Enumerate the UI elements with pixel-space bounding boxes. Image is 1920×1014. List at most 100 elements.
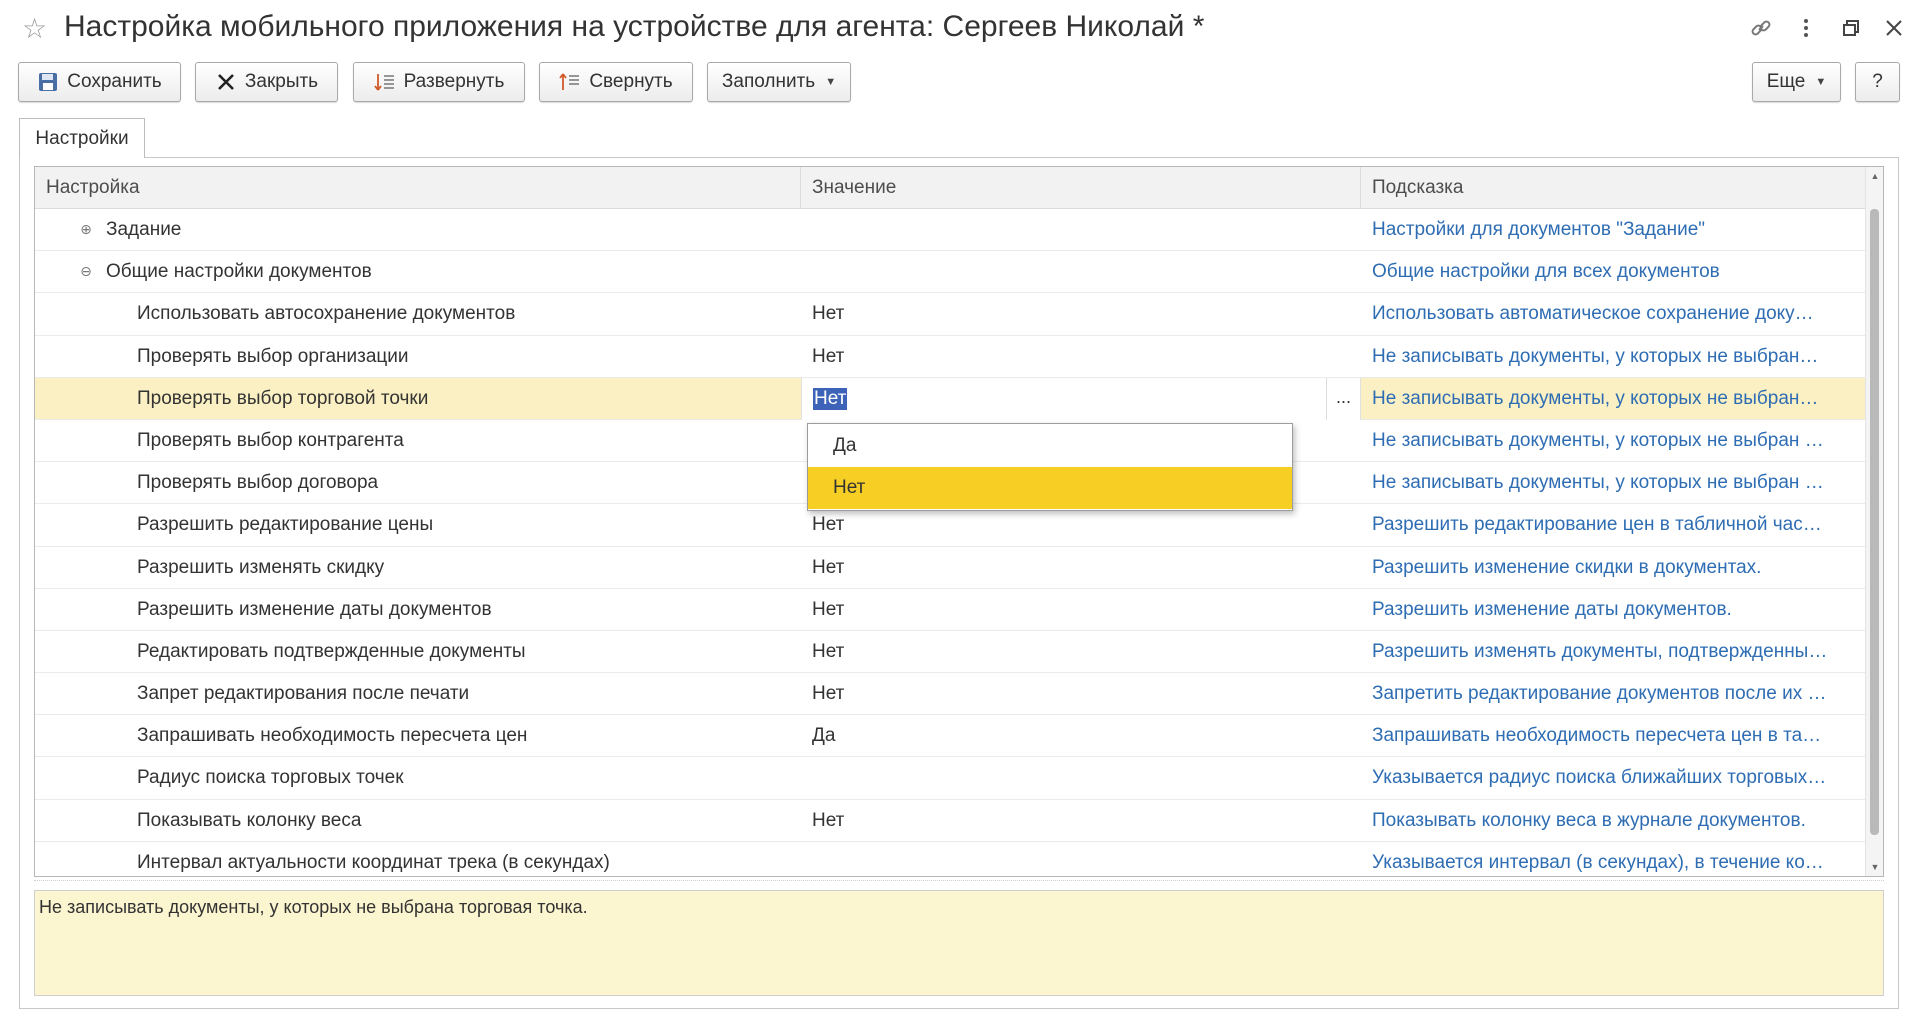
setting-name-cell: Интервал актуальности координат трека (в… (137, 851, 610, 873)
setting-name-cell: Проверять выбор договора (137, 472, 379, 494)
close-button-label: Закрыть (244, 71, 319, 92)
setting-name-cell: Проверять выбор контрагента (137, 429, 404, 451)
setting-value-cell[interactable]: Нет (801, 800, 1361, 842)
expand-button-label: Развернуть (403, 71, 505, 92)
restore-window-icon[interactable] (1838, 16, 1866, 44)
table-row[interactable]: Показывать колонку веса Нет Показывать кол… (35, 800, 1867, 842)
setting-hint-cell: Разрешить изменять документы, подтвержде… (1372, 640, 1828, 662)
setting-name-cell: Запрет редактирования после печати (137, 683, 470, 705)
setting-value-cell[interactable]: Нет (801, 293, 1361, 335)
table-row[interactable]: Разрешить изменение даты документов Нет Ра… (35, 589, 1867, 631)
table-row[interactable]: Радиус поиска торговых точек Указывается … (35, 757, 1867, 800)
setting-hint-cell: Разрешить изменение скидки в документах. (1372, 556, 1762, 578)
table-body: Задание ⊕ Настройки для документов "Задани… (35, 209, 1867, 876)
value-edit-field[interactable]: Нет... (801, 377, 1361, 420)
more-vertical-icon[interactable] (1792, 16, 1820, 44)
setting-name-cell: Редактировать подтвержденные документы (137, 640, 526, 662)
window-title: Настройка мобильного приложения на устро… (64, 10, 1205, 43)
hint-text: Не записывать документы, у которых не вы… (39, 897, 588, 917)
setting-value-cell[interactable]: Нет (801, 631, 1361, 673)
selected-value-text: Нет (813, 387, 848, 410)
collapse-button[interactable]: Свернуть (539, 62, 693, 102)
star-icon[interactable]: ☆ (22, 14, 52, 44)
setting-hint-cell: Показывать колонку веса в журнале докуме… (1372, 809, 1806, 831)
setting-value-cell[interactable] (801, 842, 1361, 876)
save-button[interactable]: Сохранить (18, 62, 181, 102)
setting-hint-cell: Разрешить изменение даты документов. (1372, 598, 1732, 620)
tab-settings[interactable]: Настройки (19, 118, 145, 158)
link-icon[interactable] (1747, 16, 1775, 44)
setting-hint-cell: Запретить редактирование документов посл… (1372, 683, 1827, 705)
hint-box: Не записывать документы, у которых не вы… (34, 890, 1884, 996)
setting-value-cell[interactable] (801, 251, 1361, 293)
tab-label: Настройки (35, 127, 129, 149)
setting-value-cell[interactable]: Нет (801, 547, 1361, 589)
close-icon[interactable] (1880, 16, 1908, 44)
setting-hint-cell: Настройки для документов "Задание" (1372, 219, 1706, 240)
title-bar: ☆ Настройка мобильного приложения на уст… (0, 0, 1920, 58)
column-header-hint[interactable]: Подсказка (1361, 167, 1867, 209)
dropdown-option-no[interactable]: Нет (808, 467, 1292, 509)
setting-name-cell: Запрашивать необходимость пересчета цен (137, 725, 528, 747)
chevron-down-icon: ▼ (825, 76, 837, 88)
setting-value-cell[interactable] (801, 209, 1361, 251)
setting-hint-cell: Указывается интервал (в секундах), в теч… (1372, 851, 1824, 873)
setting-value-cell[interactable] (801, 757, 1361, 799)
setting-hint-cell: Не записывать документы, у которых не вы… (1372, 345, 1819, 367)
table-row[interactable]: Запрет редактирования после печати Нет Зап… (35, 673, 1867, 716)
setting-name-cell: Проверять выбор торговой точки (137, 387, 429, 409)
setting-value-cell[interactable]: Да (801, 715, 1361, 757)
table-row[interactable]: Редактировать подтвержденные документы Не… (35, 631, 1867, 674)
scroll-up-icon[interactable]: ▲ (1866, 167, 1883, 185)
splitter[interactable] (34, 880, 1884, 886)
collapse-button-label: Свернуть (589, 71, 673, 92)
table-row[interactable]: Интервал актуальности координат трека (в… (35, 842, 1867, 876)
setting-name-cell: Проверять выбор организации (137, 345, 409, 367)
vertical-scrollbar[interactable]: ▲ ▼ (1865, 167, 1883, 876)
scroll-down-icon[interactable]: ▼ (1866, 858, 1883, 876)
column-header-setting[interactable]: Настройка (35, 167, 801, 209)
table-row[interactable]: Проверять выбор организации Нет Не записыв… (35, 336, 1867, 378)
setting-hint-cell: Общие настройки для всех документов (1372, 261, 1720, 283)
column-header-value[interactable]: Значение (801, 167, 1361, 209)
fill-button-label: Заполнить (721, 71, 816, 92)
help-button[interactable]: ? (1855, 62, 1900, 102)
setting-hint-cell: Не записывать документы, у которых не вы… (1372, 387, 1819, 409)
setting-name-cell: Радиус поиска торговых точек (137, 767, 404, 789)
table-row[interactable]: Использовать автосохранение документов Не… (35, 293, 1867, 336)
setting-name-cell: Показывать колонку веса (137, 809, 362, 831)
setting-hint-cell: Указывается радиус поиска ближайших торг… (1372, 767, 1827, 789)
setting-name-cell: Разрешить изменение даты документов (137, 598, 492, 620)
setting-name-cell: Общие настройки документов (106, 261, 372, 283)
settings-table: Настройка Значение Подсказка Задание ⊕ Нас… (34, 166, 1884, 877)
collapse-node-icon[interactable]: ⊖ (79, 264, 93, 278)
dropdown-option-yes[interactable]: Да (808, 425, 1292, 467)
help-button-label: ? (1872, 71, 1883, 92)
setting-hint-cell: Запрашивать необходимость пересчета цен … (1372, 725, 1822, 747)
setting-hint-cell: Не записывать документы, у которых не вы… (1372, 429, 1824, 451)
more-button-label: Еще (1766, 71, 1806, 92)
setting-name-cell: Разрешить изменять скидку (137, 556, 385, 578)
setting-hint-cell: Не записывать документы, у которых не вы… (1372, 472, 1824, 494)
save-button-label: Сохранить (67, 71, 162, 92)
toolbar: Сохранить Закрыть Развернуть Свернуть За… (0, 62, 1920, 106)
fill-dropdown-button[interactable]: Заполнить ▼ (707, 62, 851, 102)
more-button[interactable]: Еще ▼ (1752, 62, 1841, 102)
chevron-down-icon: ▼ (1815, 76, 1827, 88)
table-row[interactable]: Проверять выбор торговой точки Нет... Не з… (35, 377, 1867, 420)
save-icon (37, 71, 59, 93)
setting-value-cell[interactable]: Нет (801, 673, 1361, 715)
expand-button[interactable]: Развернуть (353, 62, 525, 102)
table-row[interactable]: Общие настройки документов ⊖ Общие настрой… (35, 251, 1867, 294)
close-form-button[interactable]: Закрыть (195, 62, 338, 102)
expand-node-icon[interactable]: ⊕ (79, 222, 93, 236)
table-row[interactable]: Разрешить изменять скидку Нет Разрешить из… (35, 547, 1867, 589)
setting-name-cell: Задание (106, 219, 182, 240)
setting-value-cell[interactable]: Нет (801, 336, 1361, 378)
select-choice-button[interactable]: ... (1326, 377, 1360, 420)
table-row[interactable]: Запрашивать необходимость пересчета цен Д… (35, 715, 1867, 758)
scrollbar-thumb[interactable] (1870, 209, 1879, 835)
setting-value-cell[interactable]: Нет (801, 589, 1361, 631)
table-row[interactable]: Задание ⊕ Настройки для документов "Задани… (35, 209, 1867, 252)
setting-hint-cell: Разрешить редактирование цен в табличной… (1372, 514, 1822, 536)
